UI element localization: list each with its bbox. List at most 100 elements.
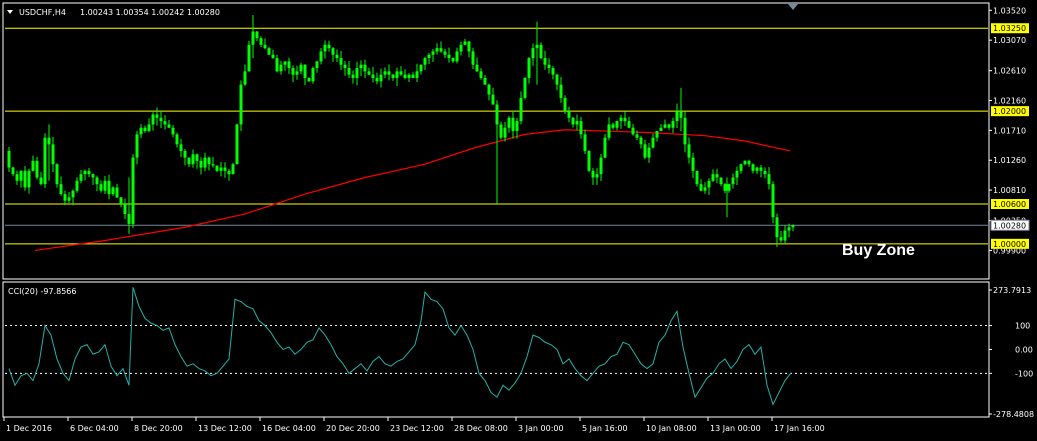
price-tick-label: 1.03520 (993, 6, 1026, 15)
level-badge-label-3: 1.00000 (993, 240, 1026, 249)
candle-body (259, 38, 263, 45)
candle-body (527, 58, 531, 78)
candle-body (455, 51, 459, 62)
candle-body (91, 174, 95, 178)
candle-body (375, 77, 379, 82)
time-tick-label: 28 Dec 08:00 (454, 424, 508, 433)
candle-body (487, 84, 491, 95)
candle-body (755, 167, 759, 171)
candle-body (531, 48, 535, 59)
candle-body (715, 174, 719, 178)
time-tick-label: 5 Jan 16:00 (582, 424, 628, 433)
candle-body (311, 68, 315, 82)
candle-body (587, 150, 591, 171)
candle-body (719, 177, 723, 185)
candle-body (183, 150, 187, 158)
candle-body (387, 71, 391, 75)
candle-body (295, 71, 299, 75)
candle-body (571, 117, 575, 125)
candle-body (403, 74, 407, 78)
candle-body (647, 147, 651, 158)
candle-body (651, 137, 655, 148)
time-tick-label: 13 Dec 12:00 (198, 424, 252, 433)
candle-body (119, 197, 123, 205)
time-tick-label: 6 Dec 04:00 (70, 424, 119, 433)
level-badge-label-0: 1.03250 (993, 24, 1026, 33)
candle-body (751, 164, 755, 171)
candle-body (583, 134, 587, 151)
time-tick-label: 8 Dec 20:00 (134, 424, 183, 433)
candle-body (431, 51, 435, 55)
candle-body (419, 64, 423, 72)
candle-body (39, 177, 43, 185)
candle-body (111, 187, 115, 195)
candle-body (619, 117, 623, 122)
candle-body (671, 121, 675, 128)
candle-body (743, 160, 747, 165)
candle-body (67, 197, 71, 201)
candle-body (547, 64, 551, 69)
candle-body (151, 114, 155, 125)
current-price-badge-label: 1.00280 (993, 221, 1026, 230)
candle-body (655, 131, 659, 138)
candle-body (559, 84, 563, 98)
cci-title: CCI(20) -97.8566 (8, 287, 76, 296)
cci-tick-label: 100 (1015, 322, 1030, 331)
candle-body (207, 157, 211, 165)
candle-body (291, 68, 295, 75)
candle-body (699, 184, 703, 191)
candle-body (95, 177, 99, 185)
candle-body (787, 227, 791, 231)
price-tick-label: 1.01710 (993, 126, 1026, 135)
candle-body (615, 121, 619, 128)
candle-body (451, 58, 455, 62)
symbol-label: USDCHF,H4 (19, 8, 66, 17)
candle-body (35, 160, 39, 178)
candle-body (503, 127, 507, 138)
candle-body (511, 117, 515, 132)
candle-body (59, 184, 63, 195)
candle-body (783, 230, 787, 241)
candle-body (467, 41, 471, 52)
candle-body (575, 121, 579, 125)
candle-body (27, 170, 31, 188)
candle-body (235, 124, 239, 165)
time-tick-label: 17 Jan 16:00 (774, 424, 825, 433)
candle-body (731, 177, 735, 185)
candle-body (683, 117, 687, 145)
candle-body (395, 71, 399, 78)
candle-body (643, 144, 647, 158)
candle-body (187, 157, 191, 165)
candle-body (611, 124, 615, 128)
time-tick-label: 3 Jan 00:00 (518, 424, 564, 433)
candle-body (639, 137, 643, 145)
candle-body (363, 64, 367, 72)
candle-body (63, 194, 67, 201)
candle-body (23, 170, 27, 188)
candle-body (499, 124, 503, 138)
candle-body (767, 174, 771, 185)
candle-body (171, 127, 175, 135)
candle-body (687, 144, 691, 158)
candle-body (255, 31, 259, 39)
candle-body (439, 48, 443, 52)
candle-body (307, 77, 311, 82)
candle-body (275, 58, 279, 72)
candle-body (199, 160, 203, 168)
candle-body (247, 44, 251, 72)
candle-body (479, 71, 483, 78)
candle-body (711, 174, 715, 181)
candle-body (447, 54, 451, 59)
candle-body (83, 170, 87, 175)
candle-body (599, 157, 603, 175)
candle-body (759, 167, 763, 171)
cci-tick-label: -278.4808 (993, 410, 1034, 419)
candle-body (347, 68, 351, 75)
candle-body (523, 77, 527, 98)
candle-body (163, 121, 167, 125)
candle-body (31, 160, 35, 171)
candle-body (463, 41, 467, 45)
ohlc-values: 1.00243 1.00354 1.00242 1.00280 (80, 8, 220, 17)
candle-body (391, 74, 395, 78)
candle-body (191, 154, 195, 165)
